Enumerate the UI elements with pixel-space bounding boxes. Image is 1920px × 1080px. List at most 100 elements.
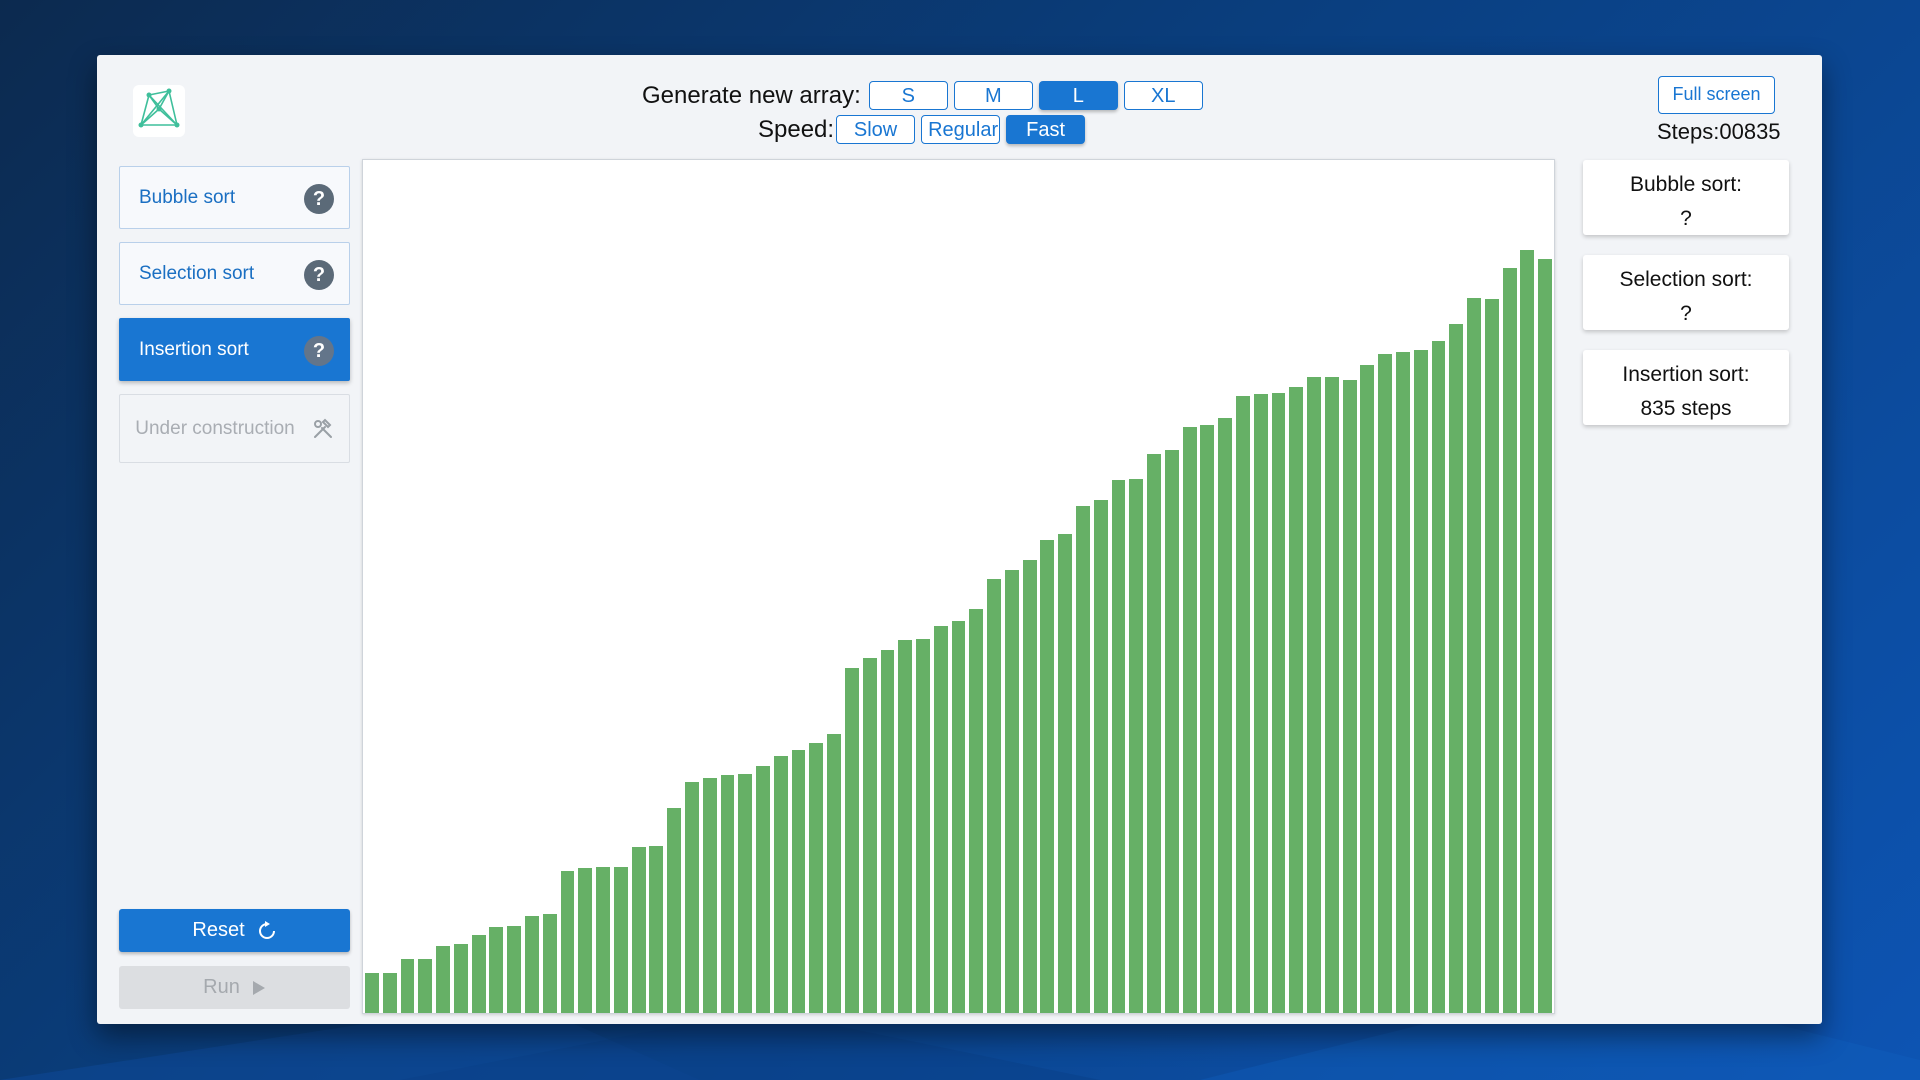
- result-card-insertion: Insertion sort: 835 steps: [1583, 350, 1789, 425]
- array-bar: [702, 778, 717, 1013]
- array-bar: [400, 959, 415, 1013]
- array-bar: [720, 775, 735, 1013]
- array-bar: [507, 926, 522, 1013]
- array-bar: [524, 915, 539, 1013]
- array-bar: [1307, 376, 1321, 1013]
- array-bar: [578, 868, 593, 1013]
- generate-array-label: Generate new array:: [642, 81, 861, 109]
- array-bar: [631, 846, 646, 1013]
- result-value: 835 steps: [1640, 397, 1732, 420]
- array-bar: [1058, 533, 1073, 1013]
- array-bar: [756, 766, 770, 1013]
- array-bar: [596, 867, 610, 1013]
- result-title: Bubble sort:: [1629, 173, 1743, 196]
- array-bar: [1449, 323, 1464, 1013]
- array-bar: [1111, 479, 1126, 1013]
- under-construction-label: Under construction: [135, 418, 295, 439]
- array-bar: [1147, 454, 1161, 1013]
- speed-regular-button[interactable]: Regular: [921, 115, 1001, 144]
- reset-button[interactable]: Reset: [119, 909, 350, 952]
- array-bar: [365, 972, 379, 1013]
- array-bar: [542, 914, 557, 1013]
- array-bar: [613, 867, 628, 1013]
- play-icon: [252, 980, 265, 995]
- array-bar: [773, 756, 788, 1013]
- selection-sort-button[interactable]: Selection sort ?: [119, 242, 350, 305]
- array-bar: [1129, 479, 1144, 1013]
- array-bar: [1236, 396, 1250, 1013]
- array-bar: [1360, 364, 1375, 1013]
- array-bar: [1538, 258, 1553, 1013]
- array-bar: [862, 658, 877, 1013]
- array-bar: [1076, 506, 1090, 1013]
- result-title: Selection sort:: [1619, 268, 1753, 291]
- array-bar: [898, 640, 913, 1013]
- array-bar: [1164, 450, 1179, 1013]
- speed-slow-button[interactable]: Slow: [836, 115, 916, 144]
- array-bar: [1004, 570, 1019, 1013]
- array-bar: [880, 649, 895, 1013]
- array-bar: [1200, 425, 1215, 1013]
- array-bar: [418, 959, 433, 1013]
- array-bar: [684, 781, 699, 1013]
- array-bar: [382, 972, 397, 1013]
- array-bar: [649, 845, 664, 1013]
- hammer-wrench-icon: [314, 418, 332, 438]
- help-icon[interactable]: ?: [304, 336, 334, 366]
- array-bar: [1378, 354, 1393, 1013]
- array-bar: [667, 808, 682, 1013]
- app-window: Generate new array: S M L XL Speed: Slow…: [97, 55, 1822, 1024]
- array-bar: [1431, 340, 1446, 1013]
- help-icon[interactable]: ?: [304, 260, 334, 290]
- array-bar: [1182, 427, 1197, 1013]
- result-value: ?: [1680, 302, 1692, 325]
- array-bar: [809, 743, 824, 1013]
- size-s-button[interactable]: S: [868, 81, 948, 110]
- array-bar: [1271, 392, 1286, 1013]
- array-bar: [1520, 249, 1535, 1013]
- reset-label: Reset: [192, 919, 245, 941]
- array-bar: [1218, 418, 1233, 1013]
- speed-label: Speed:: [758, 115, 835, 143]
- array-bar: [1467, 298, 1481, 1013]
- insertion-sort-button[interactable]: Insertion sort ?: [119, 318, 350, 381]
- array-bar: [987, 578, 1002, 1013]
- array-bar: [738, 774, 753, 1013]
- refresh-icon: [258, 920, 275, 939]
- array-visualization: [362, 159, 1555, 1014]
- array-bar: [453, 943, 468, 1013]
- array-bar: [1502, 268, 1517, 1013]
- array-bar: [1022, 560, 1037, 1013]
- result-title: Insertion sort:: [1622, 363, 1750, 386]
- fullscreen-button[interactable]: Full screen: [1658, 76, 1775, 114]
- size-l-button[interactable]: L: [1038, 81, 1118, 110]
- array-bar: [1040, 540, 1055, 1013]
- size-xl-button[interactable]: XL: [1123, 81, 1203, 110]
- array-bar: [489, 926, 504, 1013]
- speed-fast-button[interactable]: Fast: [1006, 115, 1086, 144]
- array-size-controls: Generate new array: S M L XL: [642, 81, 1209, 110]
- run-button[interactable]: Run: [119, 966, 350, 1009]
- array-bar: [1342, 380, 1357, 1013]
- array-bar: [969, 608, 984, 1013]
- array-bar: [1413, 350, 1428, 1013]
- help-icon[interactable]: ?: [304, 184, 334, 214]
- steps-counter: Steps:00835: [1657, 119, 1781, 144]
- array-bar: [1289, 386, 1304, 1013]
- array-bar: [1396, 351, 1410, 1013]
- size-m-button[interactable]: M: [953, 81, 1033, 110]
- array-bar: [827, 734, 842, 1013]
- array-bar: [560, 871, 575, 1013]
- array-bar: [933, 625, 948, 1013]
- array-bar: [1093, 500, 1108, 1013]
- array-bar: [791, 750, 806, 1013]
- network-graph-icon: [133, 85, 185, 137]
- bubble-sort-button[interactable]: Bubble sort ?: [119, 166, 350, 229]
- speed-controls: Speed: Slow Regular Fast: [758, 115, 1091, 144]
- array-bar: [1324, 376, 1339, 1013]
- array-bar: [916, 639, 930, 1013]
- array-bar: [1253, 393, 1268, 1013]
- array-bar: [1484, 299, 1499, 1013]
- array-bar: [844, 668, 859, 1013]
- array-bar: [436, 945, 450, 1013]
